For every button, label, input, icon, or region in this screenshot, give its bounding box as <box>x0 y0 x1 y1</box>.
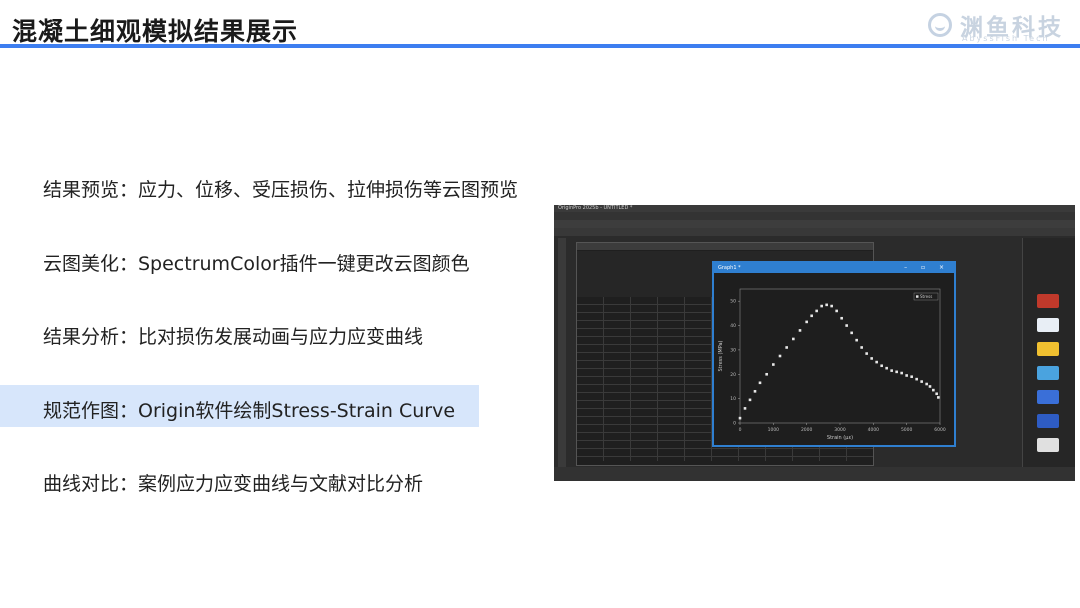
x-tick-label: 1000 <box>768 427 780 433</box>
company-logo: 渊鱼科技 AbyssFish Tech <box>928 10 1078 44</box>
data-point <box>758 381 762 385</box>
x-tick-label: 0 <box>739 427 742 433</box>
list-item: 结果预览：应力、位移、受压损伤、拉伸损伤等云图预览 <box>43 179 519 201</box>
worksheet-titlebar <box>577 243 873 250</box>
data-point <box>798 329 802 332</box>
data-point <box>905 374 908 377</box>
logo-subtitle: AbyssFish Tech <box>962 34 1050 43</box>
x-tick-label: 4000 <box>868 427 880 433</box>
data-point <box>935 392 938 396</box>
data-point <box>920 380 923 383</box>
data-point <box>748 398 752 402</box>
data-point <box>880 364 883 368</box>
status-bar <box>554 467 1075 481</box>
list-item: 结果分析：比对损伤发展动画与应力应变曲线 <box>43 326 424 348</box>
graph-window: Graph1 * – ▫ × 0 1000 2000 3000 4000 5000 6000… <box>712 261 956 447</box>
stress-strain-plot: 0 1000 2000 3000 4000 5000 6000 0 10 20 30 40 50 Stra… <box>718 288 946 441</box>
plot-frame <box>739 288 941 424</box>
data-point <box>855 338 858 342</box>
data-point <box>772 363 775 366</box>
list-item: 云图美化：SpectrumColor插件一键更改云图颜色 <box>43 253 470 275</box>
x-tick-label: 3000 <box>834 427 846 433</box>
data-point <box>753 390 757 393</box>
y-tick-label: 30 <box>730 347 736 353</box>
data-point <box>910 375 913 379</box>
y-tick-label: 0 <box>733 421 736 427</box>
x-tick-label: 5000 <box>901 427 913 433</box>
data-point <box>900 371 903 375</box>
data-point <box>865 352 868 355</box>
data-point <box>875 360 878 364</box>
data-point <box>895 370 898 374</box>
data-point <box>810 314 813 318</box>
data-point <box>885 366 888 370</box>
data-point <box>785 346 788 349</box>
page-title: 混凝土细观模拟结果展示 <box>12 17 299 46</box>
left-toolbox <box>558 238 566 468</box>
data-point <box>820 304 823 308</box>
legend-marker <box>916 295 919 298</box>
x-tick-label: 2000 <box>801 427 813 433</box>
app-icon <box>1037 342 1059 356</box>
y-tick-label: 50 <box>730 299 736 305</box>
data-point <box>815 309 818 313</box>
data-point <box>825 303 828 307</box>
toolbar-secondary <box>554 228 1075 236</box>
menu-bar <box>554 212 1075 220</box>
legend-label: Stress <box>920 294 932 299</box>
data-point <box>915 377 918 381</box>
data-point <box>738 416 742 420</box>
app-titlebar: OriginPro 2025b - UNTITLED * <box>554 205 1075 212</box>
data-point <box>743 407 747 410</box>
toolbar-primary <box>554 220 1075 228</box>
app-icon <box>1037 366 1059 380</box>
app-icon <box>1037 390 1059 404</box>
y-tick-label: 40 <box>730 323 736 329</box>
data-point <box>928 385 932 388</box>
fish-logo-icon <box>928 13 952 37</box>
object-manager-panel <box>1022 238 1075 467</box>
x-axis-label: Strain (με) <box>827 435 853 441</box>
window-controls: – ▫ × <box>904 264 950 271</box>
list-item: 规范作图：Origin软件绘制Stress-Strain Curve <box>43 400 456 422</box>
data-point <box>890 369 893 372</box>
data-point <box>925 382 928 386</box>
data-point <box>835 309 838 313</box>
title-underline <box>0 44 1080 48</box>
origin-screenshot: OriginPro 2025b - UNTITLED * Graph1 * – … <box>554 205 1075 481</box>
data-point <box>932 388 935 392</box>
data-point <box>765 372 768 376</box>
data-point <box>778 354 782 358</box>
list-item: 曲线对比：案例应力应变曲线与文献对比分析 <box>43 473 424 495</box>
data-point <box>805 320 808 324</box>
data-point <box>830 304 833 308</box>
data-point <box>840 316 843 320</box>
data-point <box>860 346 863 349</box>
app-icon <box>1037 414 1059 428</box>
y-tick-label: 20 <box>730 372 736 378</box>
x-tick-label: 6000 <box>934 427 946 433</box>
data-point <box>870 357 873 360</box>
app-icon <box>1037 294 1059 308</box>
app-icon <box>1037 438 1059 452</box>
y-tick-label: 10 <box>730 396 736 402</box>
app-icon <box>1037 318 1059 332</box>
data-point <box>850 331 853 335</box>
data-point <box>845 324 848 327</box>
y-axis-label: Stress (MPa) <box>718 340 724 371</box>
data-point <box>937 396 940 399</box>
data-point <box>792 337 795 341</box>
